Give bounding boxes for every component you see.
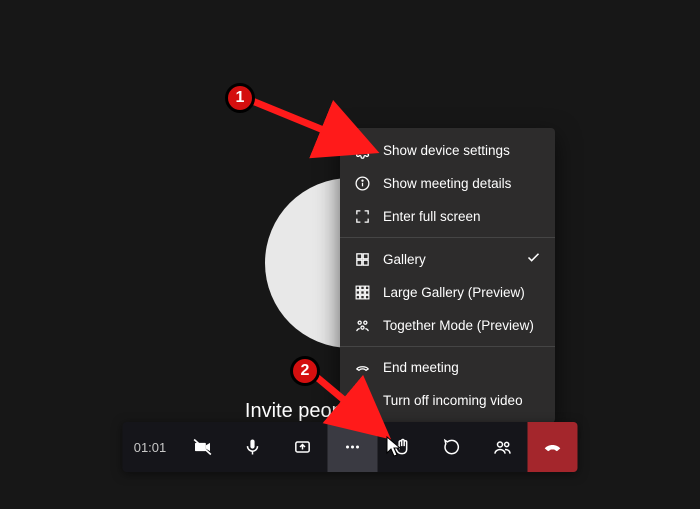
menu-turn-off-incoming-video[interactable]: Turn off incoming video — [340, 384, 555, 417]
menu-item-label: Turn off incoming video — [383, 393, 541, 408]
menu-end-meeting[interactable]: End meeting — [340, 351, 555, 384]
menu-item-label: End meeting — [383, 360, 541, 375]
share-button[interactable] — [278, 422, 328, 472]
menu-item-label: Enter full screen — [383, 209, 541, 224]
end-meeting-icon — [354, 359, 371, 376]
camera-button[interactable] — [178, 422, 228, 472]
gear-icon — [354, 142, 371, 159]
menu-item-label: Show device settings — [383, 143, 541, 158]
check-icon — [526, 250, 541, 268]
large-gallery-icon — [354, 284, 371, 301]
menu-separator — [340, 237, 555, 238]
menu-gallery[interactable]: Gallery — [340, 242, 555, 276]
menu-together-mode[interactable]: Together Mode (Preview) — [340, 309, 555, 342]
mic-button[interactable] — [228, 422, 278, 472]
more-actions-button[interactable] — [328, 422, 378, 472]
menu-item-label: Together Mode (Preview) — [383, 318, 541, 333]
participants-button[interactable] — [478, 422, 528, 472]
fullscreen-icon — [354, 208, 371, 225]
call-timer: 01:01 — [123, 422, 178, 472]
annotation-badge-1: 1 — [225, 83, 255, 113]
more-actions-menu: Show device settings Show meeting detail… — [340, 128, 555, 423]
menu-item-label: Gallery — [383, 252, 514, 267]
menu-show-meeting-details[interactable]: Show meeting details — [340, 167, 555, 200]
meeting-toolbar: 01:01 — [123, 422, 578, 472]
menu-enter-full-screen[interactable]: Enter full screen — [340, 200, 555, 233]
info-icon — [354, 175, 371, 192]
menu-item-label: Show meeting details — [383, 176, 541, 191]
chat-button[interactable] — [428, 422, 478, 472]
menu-item-label: Large Gallery (Preview) — [383, 285, 541, 300]
menu-large-gallery[interactable]: Large Gallery (Preview) — [340, 276, 555, 309]
hang-up-button[interactable] — [528, 422, 578, 472]
together-mode-icon — [354, 317, 371, 334]
raise-hand-button[interactable] — [378, 422, 428, 472]
annotation-badge-2: 2 — [290, 356, 320, 386]
menu-show-device-settings[interactable]: Show device settings — [340, 134, 555, 167]
gallery-icon — [354, 251, 371, 268]
menu-separator — [340, 346, 555, 347]
video-off-icon — [354, 392, 371, 409]
